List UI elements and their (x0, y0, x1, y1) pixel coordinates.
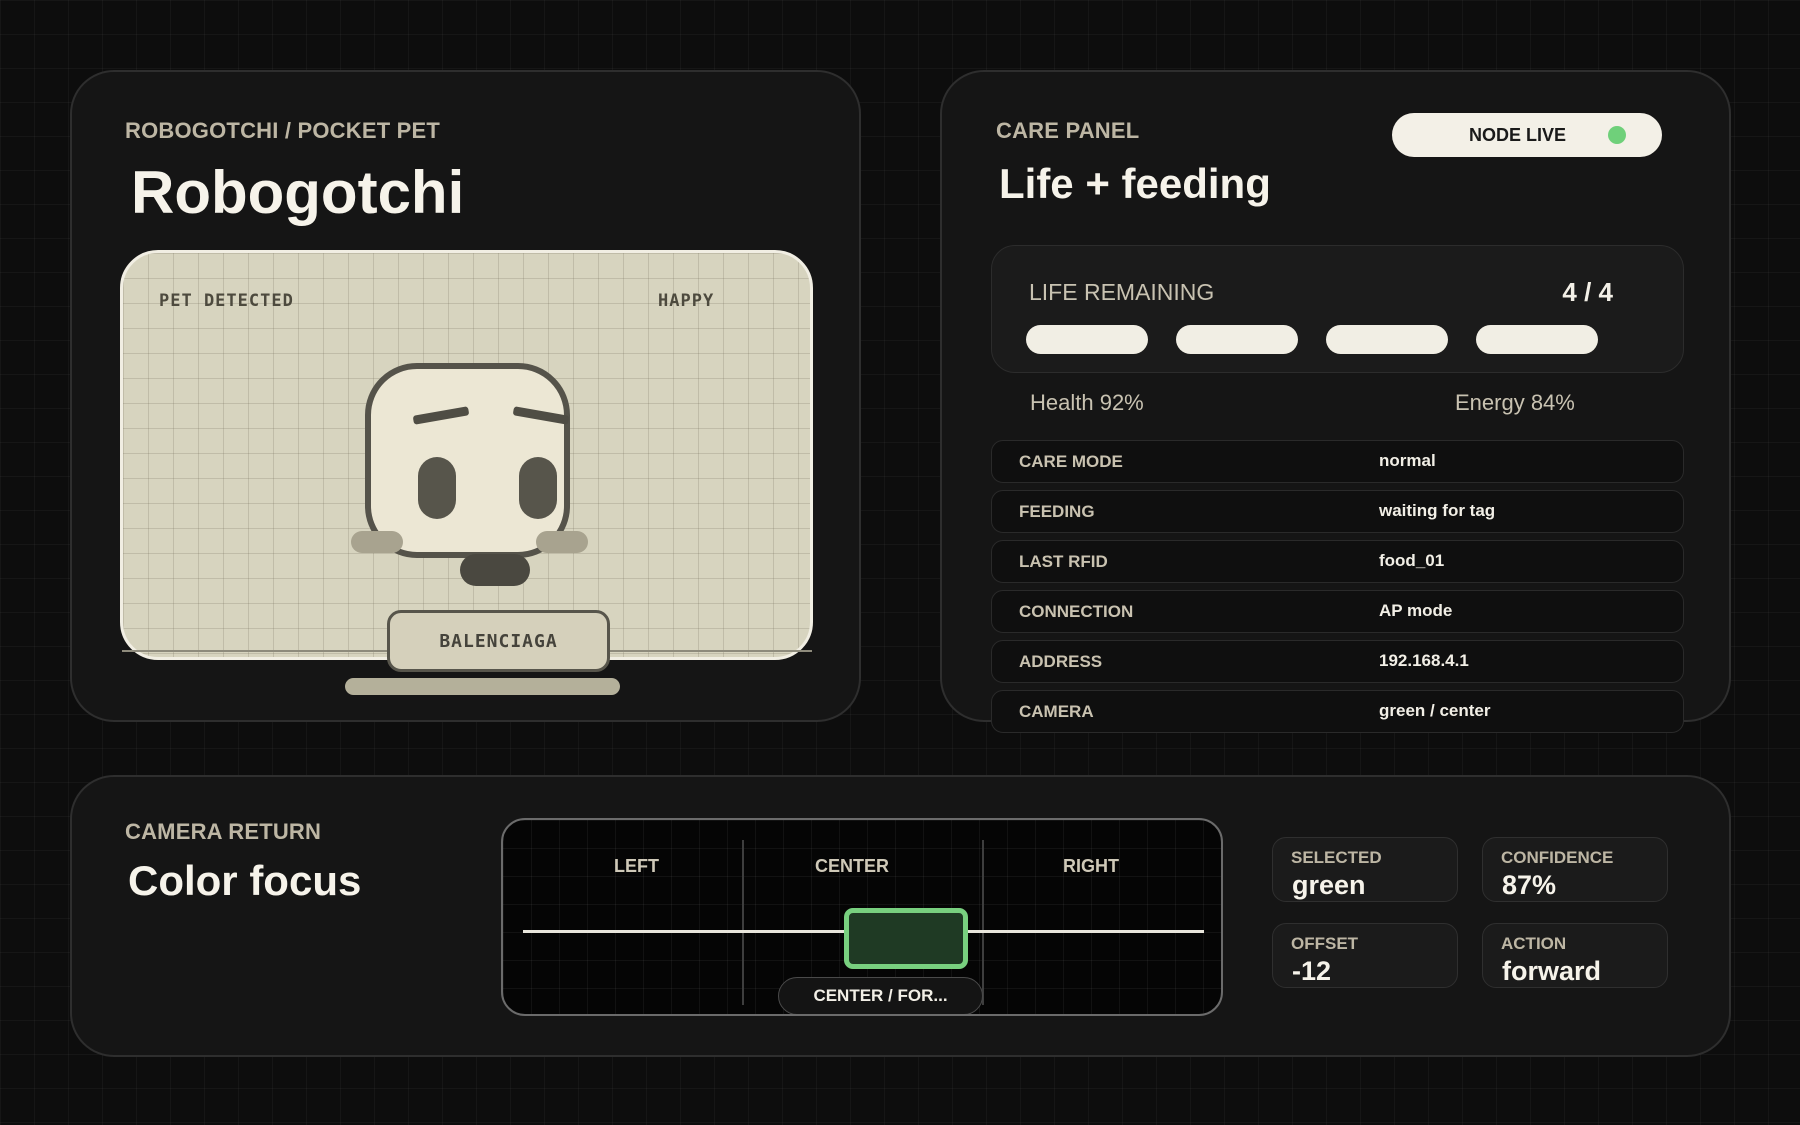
left-eye (418, 457, 456, 519)
pet-card: ROBOGOTCHI / POCKET PET Robogotchi PET D… (70, 70, 861, 722)
metric-value: -12 (1292, 956, 1332, 986)
life-label: LIFE REMAINING (1029, 279, 1215, 305)
row-key: ADDRESS (1019, 652, 1103, 671)
row-value: green / center (1379, 701, 1491, 720)
left-cheek (351, 531, 403, 553)
camera-eyebrow: CAMERA RETURN (125, 819, 322, 844)
row-key: CARE MODE (1019, 452, 1123, 471)
health-stat: Health 92% (1030, 390, 1144, 415)
row-key: CONNECTION (1019, 602, 1134, 621)
row-value: food_01 (1379, 551, 1445, 570)
life-segment (1326, 325, 1448, 354)
metric-value: green (1292, 870, 1366, 900)
pet-detected-label: PET DETECTED (159, 291, 294, 311)
zone-label-left: LEFT (614, 856, 659, 876)
pet-mood-label: HAPPY (658, 291, 715, 311)
node-status-label: NODE LIVE (1469, 125, 1567, 145)
care-card: CARE PANEL Life + feeding NODE LIVE LIFE… (940, 70, 1731, 733)
life-bar (1026, 325, 1598, 354)
row-value: normal (1379, 451, 1436, 470)
life-remaining-panel: LIFE REMAINING 4 / 4 (991, 245, 1684, 373)
row-key: LAST RFID (1019, 552, 1108, 571)
node-status-pill[interactable]: NODE LIVE (1392, 113, 1662, 157)
care-row-address[interactable]: ADDRESS 192.168.4.1 (991, 640, 1684, 683)
zone-divider (982, 840, 984, 1005)
zone-label-center: CENTER (815, 856, 890, 876)
care-row-last-rfid[interactable]: LAST RFID food_01 (991, 540, 1684, 583)
camera-view: LEFT CENTER RIGHT CENTER / FOR... (501, 818, 1223, 1016)
zone-divider (742, 840, 744, 1005)
row-value: 192.168.4.1 (1379, 651, 1469, 670)
pet-title: Robogotchi (131, 159, 465, 226)
care-eyebrow: CARE PANEL (996, 118, 1140, 143)
metric-label: ACTION (1501, 934, 1567, 953)
life-segment (1476, 325, 1598, 354)
nameplate-base (345, 678, 620, 695)
metric-label: SELECTED (1291, 848, 1382, 867)
care-title: Life + feeding (999, 160, 1271, 207)
life-count: 4 / 4 (1562, 277, 1613, 307)
care-row-care-mode[interactable]: CARE MODE normal (991, 440, 1684, 483)
row-value: waiting for tag (1379, 501, 1496, 520)
energy-stat: Energy 84% (1455, 390, 1575, 415)
left-brow (412, 406, 470, 425)
camera-status-chip[interactable]: CENTER / FOR... (778, 977, 983, 1014)
pet-nameplate: BALENCIAGA (387, 610, 610, 672)
care-row-camera[interactable]: CAMERA green / center (991, 690, 1684, 733)
camera-card: CAMERA RETURN Color focus LEFT CENTER RI… (70, 775, 1731, 1057)
row-key: CAMERA (1019, 702, 1094, 721)
right-eye (519, 457, 557, 519)
care-row-feeding[interactable]: FEEDING waiting for tag (991, 490, 1684, 533)
pet-screen: PET DETECTED HAPPY (120, 250, 813, 660)
life-segment (1026, 325, 1148, 354)
color-target-box (844, 908, 968, 969)
metric-label: OFFSET (1291, 934, 1359, 953)
metric-label: CONFIDENCE (1501, 848, 1614, 867)
mouth (460, 554, 530, 586)
metric-selected: SELECTED green (1272, 837, 1458, 902)
status-dot-icon (1608, 126, 1626, 144)
row-value: AP mode (1379, 601, 1453, 620)
metric-value: forward (1502, 956, 1602, 986)
zone-label-right: RIGHT (1063, 856, 1119, 876)
life-segment (1176, 325, 1298, 354)
care-row-connection[interactable]: CONNECTION AP mode (991, 590, 1684, 633)
right-brow (512, 406, 570, 425)
camera-title: Color focus (128, 857, 362, 904)
metric-value: 87% (1502, 870, 1557, 900)
right-cheek (536, 531, 588, 553)
metric-offset: OFFSET -12 (1272, 923, 1458, 988)
metric-confidence: CONFIDENCE 87% (1482, 837, 1668, 902)
pet-eyebrow: ROBOGOTCHI / POCKET PET (125, 118, 441, 143)
metric-action: ACTION forward (1482, 923, 1668, 988)
robot-face-icon[interactable] (351, 363, 588, 586)
row-key: FEEDING (1019, 502, 1095, 521)
